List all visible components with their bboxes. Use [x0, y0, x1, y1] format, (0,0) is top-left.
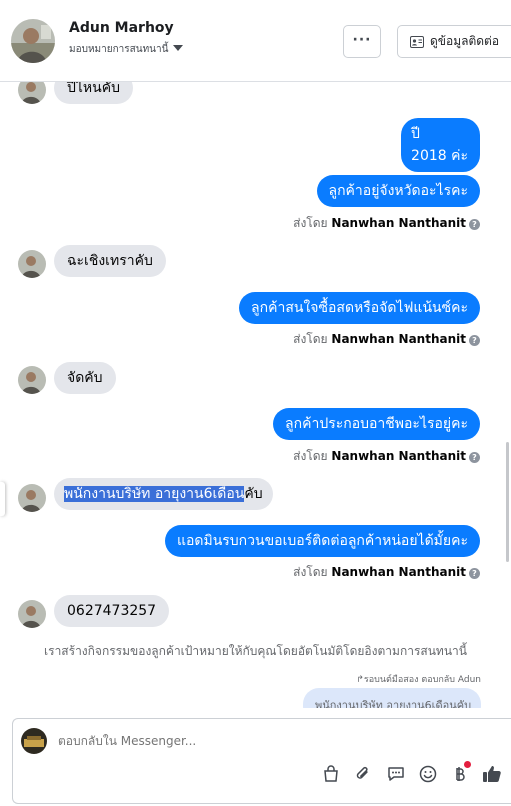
emoji-icon [419, 765, 437, 783]
sent-by-label: ส่งโดย Nanwhan Nanthanit? [293, 563, 480, 582]
caret-down-icon [173, 45, 184, 51]
selected-text: พนักงานบริษัท อายุงาน6เดือน [64, 486, 245, 502]
message-line: ปี [411, 126, 420, 142]
message-outgoing[interactable]: ปี 2018 ค่ะ [401, 118, 480, 172]
sender-avatar [18, 600, 46, 628]
sender-avatar [18, 250, 46, 278]
emoji-button[interactable] [417, 763, 439, 785]
sent-by-label: ส่งโดย Nanwhan Nanthanit? [293, 447, 480, 466]
info-icon[interactable]: ? [469, 335, 480, 346]
message-line: 2018 ค่ะ [411, 148, 468, 164]
thumbs-up-icon [483, 766, 501, 782]
more-icon: ··· [352, 32, 372, 48]
reply-context-label: ↱รอบนต์มือสอง ตอบกลับ Adun [356, 675, 481, 685]
sent-by-agent[interactable]: Nanwhan Nanthanit [331, 216, 466, 230]
message-incoming[interactable]: พนักงานบริษัท อายุงาน6เดือนคับ [54, 478, 273, 510]
message-outgoing[interactable]: ลูกค้าสนใจซื้อสดหรือจัดไฟแน้นซ์คะ [239, 292, 480, 324]
sent-by-agent[interactable]: Nanwhan Nanthanit [331, 449, 466, 463]
sent-by-prefix: ส่งโดย [293, 449, 328, 463]
sent-by-label: ส่งโดย Nanwhan Nanthanit? [293, 214, 480, 233]
contact-name[interactable]: Adun Marhoy [69, 20, 174, 36]
sent-by-label: ส่งโดย Nanwhan Nanthanit? [293, 330, 480, 349]
info-icon[interactable]: ? [469, 568, 480, 579]
thread-scrollbar[interactable] [506, 442, 509, 562]
sent-by-agent[interactable]: Nanwhan Nanthanit [331, 332, 466, 346]
sender-avatar [18, 82, 46, 104]
attach-button[interactable] [352, 763, 374, 785]
message-text: คับ [244, 486, 263, 502]
sent-by-prefix: ส่งโดย [293, 332, 328, 346]
sent-by-prefix: ส่งโดย [293, 565, 328, 579]
message-composer [12, 718, 511, 804]
reply-quoted-message[interactable]: พนักงานบริษัท อายุงาน6เดือนคับ [303, 688, 481, 708]
notification-dot [464, 761, 471, 768]
more-options-button[interactable]: ··· [343, 25, 381, 58]
saved-replies-button[interactable] [385, 763, 407, 785]
paperclip-icon [356, 766, 368, 779]
reply-input[interactable] [58, 734, 358, 748]
message-incoming[interactable]: ปีไหนคับ [54, 82, 133, 104]
info-icon[interactable]: ? [469, 219, 480, 230]
sender-avatar [18, 484, 46, 512]
message-incoming[interactable]: จัดคับ [54, 362, 116, 394]
message-outgoing[interactable]: ลูกค้าประกอบอาชีพอะไรอยู่คะ [273, 408, 480, 440]
payment-button[interactable] [449, 761, 471, 785]
contact-avatar[interactable] [11, 19, 55, 63]
message-outgoing[interactable]: ลูกค้าอยู่จังหวัดอะไรคะ [316, 175, 480, 207]
info-icon[interactable]: ? [469, 452, 480, 463]
message-incoming[interactable]: 0627473257 [54, 595, 170, 627]
view-contact-info-label: ดูข้อมูลติดต่อ [430, 34, 500, 48]
system-note: เราสร้างกิจกรรมของลูกค้าเป้าหมายให้กับคุ… [44, 644, 467, 658]
shop-button[interactable] [320, 763, 342, 785]
contact-card-icon [410, 36, 424, 48]
like-button[interactable] [481, 763, 503, 785]
saved-reply-icon [388, 767, 404, 781]
message-thread[interactable]: ปีไหนคับ ปี 2018 ค่ะ ลูกค้าอยู่จังหวัดอะ… [0, 82, 511, 708]
message-incoming[interactable]: ฉะเชิงเทราคับ [54, 245, 166, 277]
sender-avatar [18, 366, 46, 394]
page-avatar [21, 728, 47, 754]
assign-conversation-label: มอบหมายการสนทนานี้ [69, 44, 169, 55]
side-panel-handle[interactable] [0, 482, 5, 516]
view-contact-info-button[interactable]: ดูข้อมูลติดต่อ [397, 25, 511, 58]
shopping-bag-icon [324, 765, 338, 782]
sent-by-prefix: ส่งโดย [293, 216, 328, 230]
message-outgoing[interactable]: แอดมินรบกวนขอเบอร์ติดต่อลูกค้าหน่อยได้มั… [164, 525, 480, 557]
assign-conversation-dropdown[interactable]: มอบหมายการสนทนานี้ [69, 42, 184, 57]
conversation-header: Adun Marhoy มอบหมายการสนทนานี้ ··· ดูข้อ… [0, 0, 511, 82]
sent-by-agent[interactable]: Nanwhan Nanthanit [331, 565, 466, 579]
